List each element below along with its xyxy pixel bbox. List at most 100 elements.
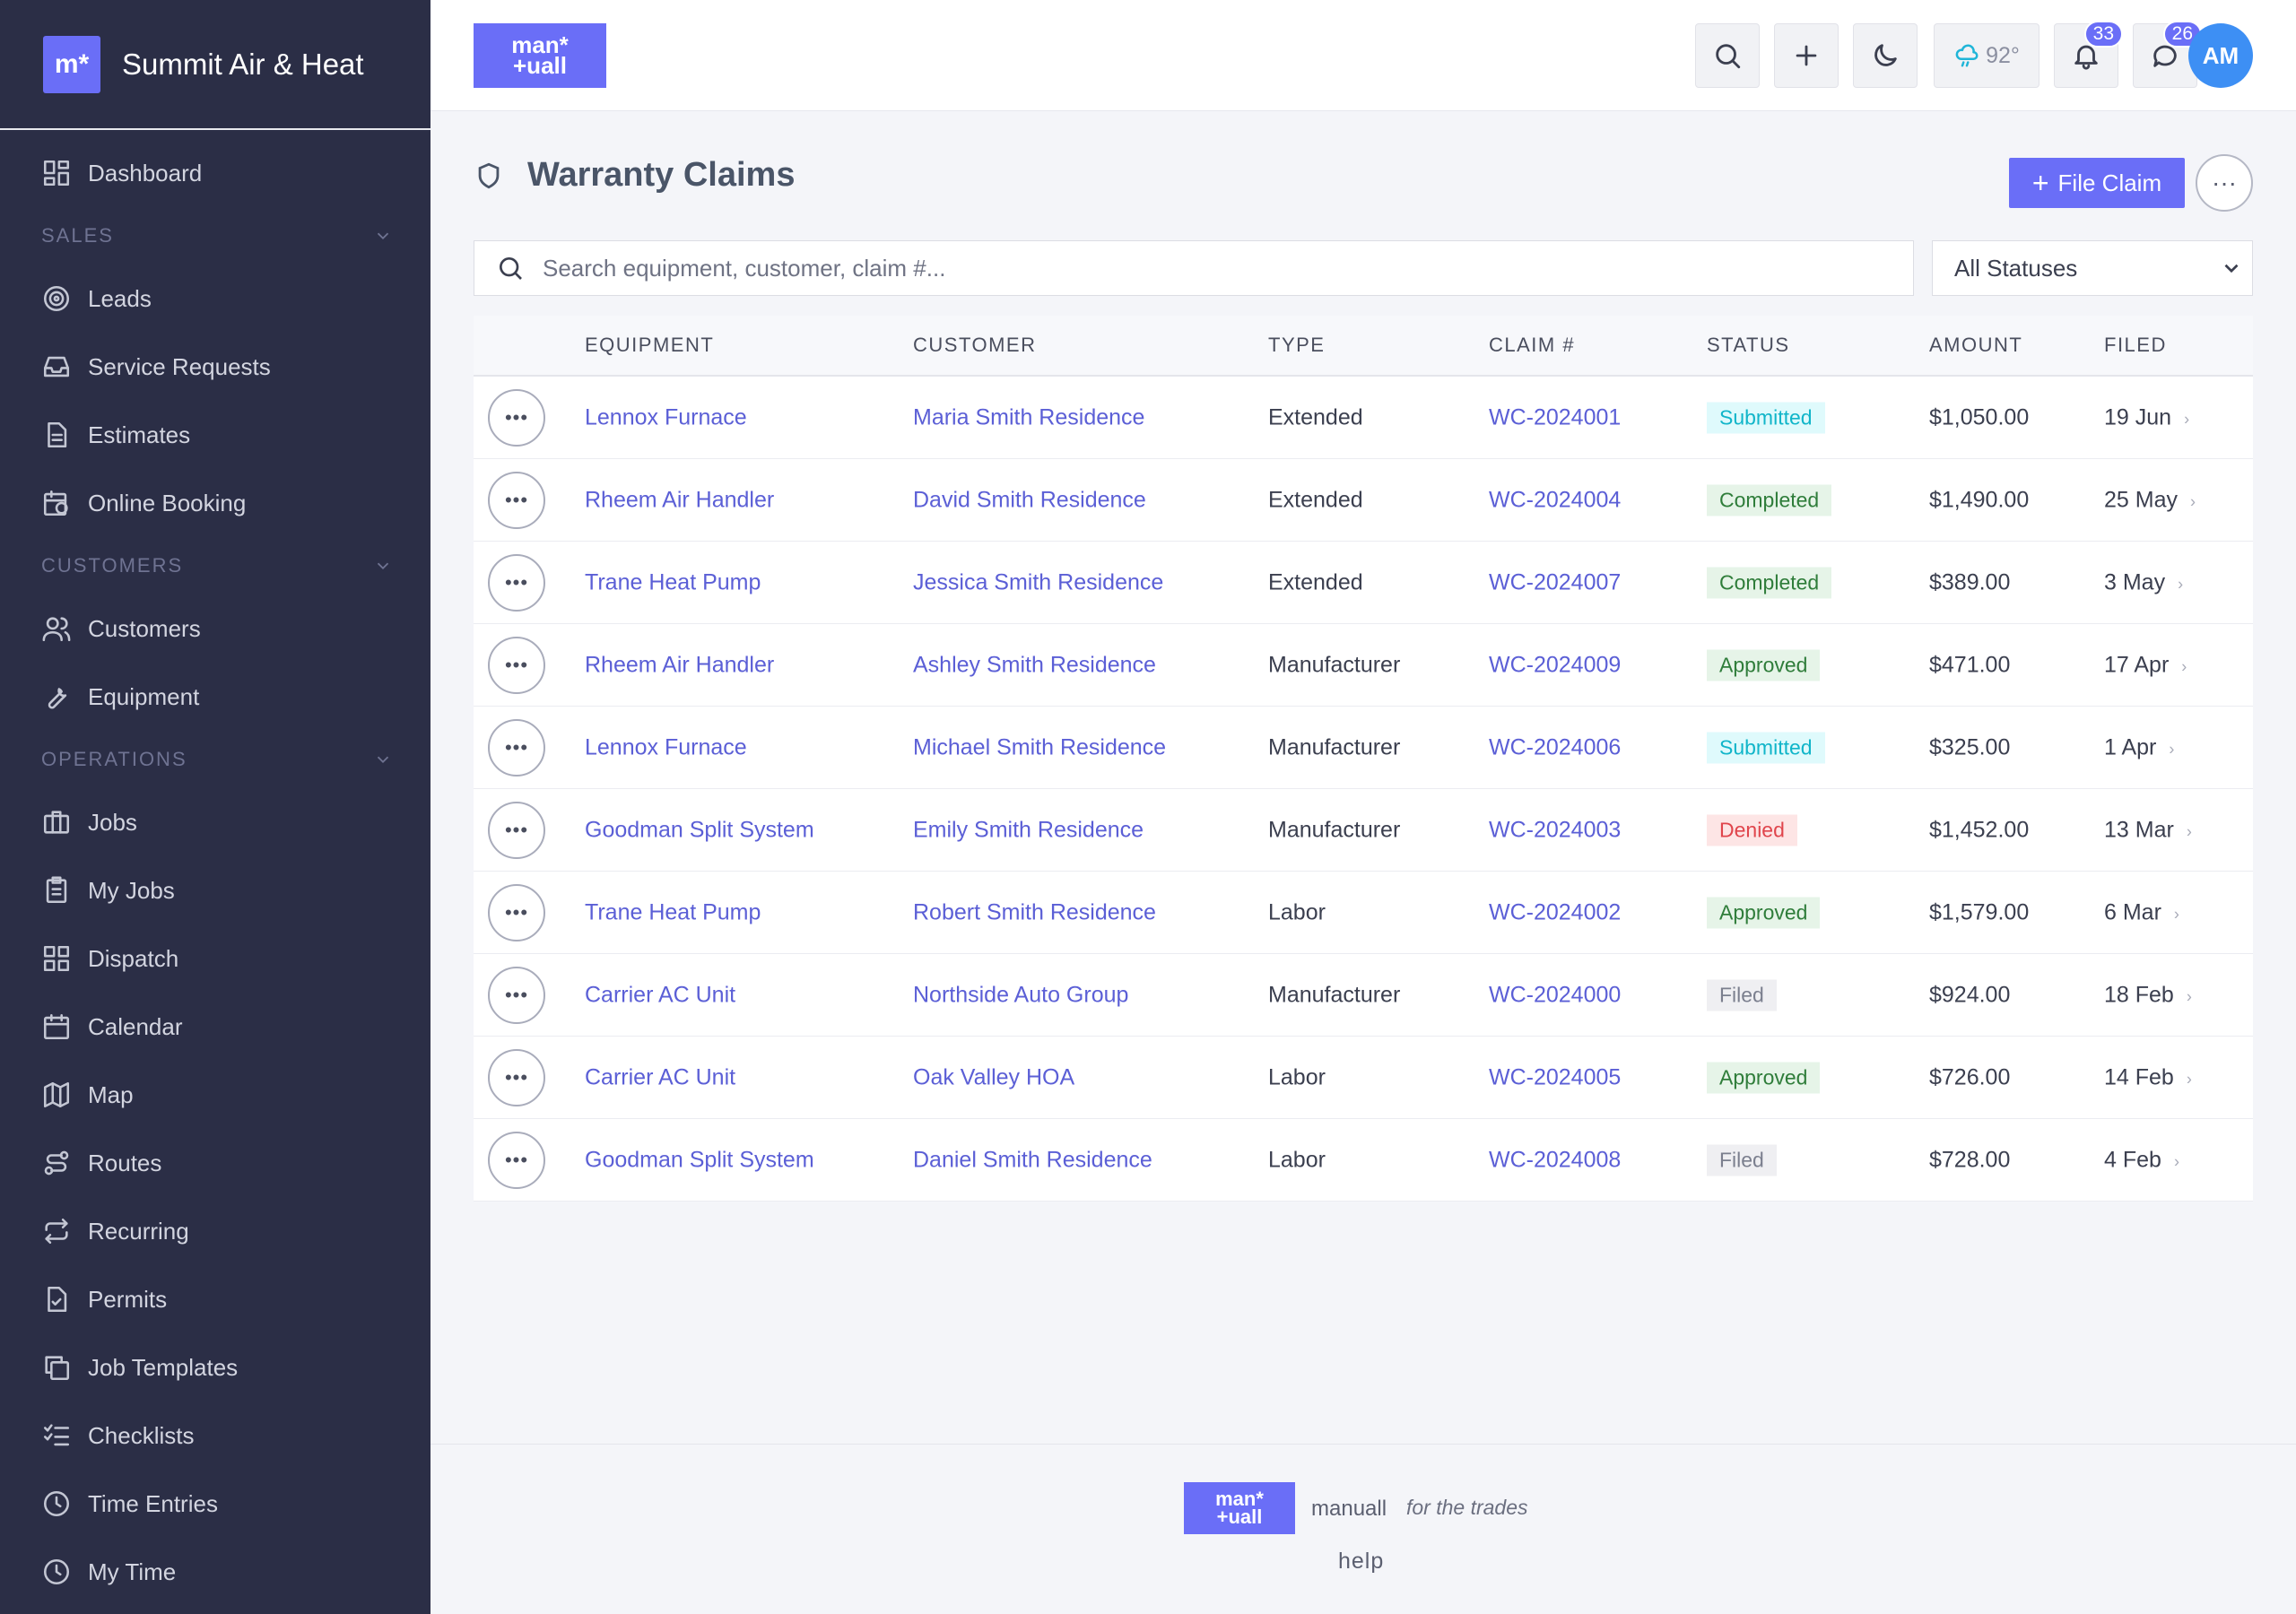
equipment-link[interactable]: Rheem Air Handler xyxy=(585,652,774,678)
customer-link[interactable]: Northside Auto Group xyxy=(913,982,1128,1008)
chevron-right-icon[interactable]: › xyxy=(2178,575,2183,593)
customer-link[interactable]: Oak Valley HOA xyxy=(913,1064,1074,1090)
customer-link[interactable]: Robert Smith Residence xyxy=(913,899,1156,925)
row-actions-button[interactable]: ••• xyxy=(488,802,545,859)
row-actions-button[interactable]: ••• xyxy=(488,1132,545,1189)
sidebar-item-routes[interactable]: Routes xyxy=(0,1129,430,1197)
sidebar-item-dashboard[interactable]: Dashboard xyxy=(0,139,430,207)
chevron-right-icon[interactable]: › xyxy=(2174,1152,2179,1170)
equipment-link[interactable]: Carrier AC Unit xyxy=(585,982,735,1008)
claim-number-link[interactable]: WC-2024006 xyxy=(1489,734,1621,760)
customer-link[interactable]: Maria Smith Residence xyxy=(913,404,1144,430)
sidebar-item-time-entries[interactable]: Time Entries xyxy=(0,1470,430,1538)
dark-mode-toggle[interactable] xyxy=(1853,23,1918,88)
sidebar-item-my-jobs[interactable]: My Jobs xyxy=(0,856,430,924)
claim-number-link[interactable]: WC-2024001 xyxy=(1489,404,1621,430)
sidebar-section-customers[interactable]: CUSTOMERS xyxy=(0,537,430,594)
header-equipment[interactable]: EQUIPMENT xyxy=(585,334,714,357)
sidebar-item-service-requests[interactable]: Service Requests xyxy=(0,333,430,401)
claim-number-link[interactable]: WC-2024005 xyxy=(1489,1064,1621,1090)
claim-number-link[interactable]: WC-2024007 xyxy=(1489,569,1621,595)
sidebar-item-job-templates[interactable]: Job Templates xyxy=(0,1333,430,1401)
sidebar-item-recurring[interactable]: Recurring xyxy=(0,1197,430,1265)
claim-number-link[interactable]: WC-2024009 xyxy=(1489,652,1621,678)
sidebar-item-permits[interactable]: Permits xyxy=(0,1265,430,1333)
sidebar-item-my-time[interactable]: My Time xyxy=(0,1538,430,1606)
customer-link[interactable]: Daniel Smith Residence xyxy=(913,1147,1152,1173)
claim-number-link[interactable]: WC-2024000 xyxy=(1489,982,1621,1008)
equipment-link[interactable]: Lennox Furnace xyxy=(585,734,747,760)
user-avatar[interactable]: AM xyxy=(2188,23,2253,88)
notifications-button[interactable]: 33 xyxy=(2054,21,2123,88)
chevron-right-icon[interactable]: › xyxy=(2174,905,2179,923)
sidebar-item-leads[interactable]: Leads xyxy=(0,265,430,333)
customer-link[interactable]: Ashley Smith Residence xyxy=(913,652,1156,678)
row-actions-button[interactable]: ••• xyxy=(488,1049,545,1106)
sidebar-item-equipment[interactable]: Equipment xyxy=(0,663,430,731)
sidebar-item-dispatch[interactable]: Dispatch xyxy=(0,924,430,993)
header-type[interactable]: TYPE xyxy=(1268,334,1325,357)
status-filter-select[interactable]: All Statuses xyxy=(1932,240,2253,296)
customer-link[interactable]: Jessica Smith Residence xyxy=(913,569,1163,595)
sidebar-item-map[interactable]: Map xyxy=(0,1061,430,1129)
row-actions-button[interactable]: ••• xyxy=(488,884,545,941)
search-input[interactable]: Search equipment, customer, claim #... xyxy=(474,240,1914,296)
brand-header[interactable]: m* Summit Air & Heat xyxy=(0,0,430,130)
table-row[interactable]: ••• Rheem Air Handler Ashley Smith Resid… xyxy=(474,624,2253,707)
table-row[interactable]: ••• Rheem Air Handler David Smith Reside… xyxy=(474,459,2253,542)
more-options-button[interactable]: ··· xyxy=(2196,154,2253,212)
row-actions-button[interactable]: ••• xyxy=(488,637,545,694)
header-customer[interactable]: CUSTOMER xyxy=(913,334,1037,357)
sidebar-section-sales[interactable]: SALES xyxy=(0,207,430,265)
row-actions-button[interactable]: ••• xyxy=(488,719,545,777)
sidebar-item-jobs[interactable]: Jobs xyxy=(0,788,430,856)
equipment-link[interactable]: Trane Heat Pump xyxy=(585,899,761,925)
table-row[interactable]: ••• Carrier AC Unit Northside Auto Group… xyxy=(474,954,2253,1037)
chevron-right-icon[interactable]: › xyxy=(2187,1070,2192,1088)
chevron-right-icon[interactable]: › xyxy=(2169,740,2174,758)
header-filed[interactable]: FILED xyxy=(2104,334,2167,357)
file-claim-button[interactable]: + File Claim xyxy=(2009,158,2185,208)
equipment-link[interactable]: Trane Heat Pump xyxy=(585,569,761,595)
help-link[interactable]: help xyxy=(1338,1549,1384,1575)
customer-link[interactable]: Michael Smith Residence xyxy=(913,734,1166,760)
weather-widget[interactable]: 92° xyxy=(1934,23,2039,88)
claim-number-link[interactable]: WC-2024002 xyxy=(1489,899,1621,925)
claim-number-link[interactable]: WC-2024004 xyxy=(1489,487,1621,513)
table-row[interactable]: ••• Goodman Split System Emily Smith Res… xyxy=(474,789,2253,872)
equipment-link[interactable]: Goodman Split System xyxy=(585,817,814,843)
table-row[interactable]: ••• Goodman Split System Daniel Smith Re… xyxy=(474,1119,2253,1202)
equipment-link[interactable]: Lennox Furnace xyxy=(585,404,747,430)
chevron-right-icon[interactable]: › xyxy=(2187,987,2192,1005)
header-status[interactable]: STATUS xyxy=(1707,334,1790,357)
sidebar-item-customers[interactable]: Customers xyxy=(0,594,430,663)
claim-number-link[interactable]: WC-2024008 xyxy=(1489,1147,1621,1173)
table-row[interactable]: ••• Lennox Furnace Maria Smith Residence… xyxy=(474,377,2253,459)
footer-logo[interactable]: man* +uall xyxy=(1184,1482,1295,1534)
app-logo[interactable]: man* +uall xyxy=(474,23,606,88)
equipment-link[interactable]: Rheem Air Handler xyxy=(585,487,774,513)
row-actions-button[interactable]: ••• xyxy=(488,389,545,447)
customer-link[interactable]: Emily Smith Residence xyxy=(913,817,1144,843)
sidebar-item-checklists[interactable]: Checklists xyxy=(0,1401,430,1470)
table-row[interactable]: ••• Carrier AC Unit Oak Valley HOA Labor… xyxy=(474,1037,2253,1119)
search-button[interactable] xyxy=(1695,23,1760,88)
customer-link[interactable]: David Smith Residence xyxy=(913,487,1146,513)
sidebar-item-calendar[interactable]: Calendar xyxy=(0,993,430,1061)
sidebar-section-operations[interactable]: OPERATIONS xyxy=(0,731,430,788)
header-amount[interactable]: AMOUNT xyxy=(1929,334,2022,357)
claim-number-link[interactable]: WC-2024003 xyxy=(1489,817,1621,843)
table-row[interactable]: ••• Trane Heat Pump Jessica Smith Reside… xyxy=(474,542,2253,624)
chevron-right-icon[interactable]: › xyxy=(2181,657,2187,675)
chevron-right-icon[interactable]: › xyxy=(2184,410,2189,428)
table-row[interactable]: ••• Lennox Furnace Michael Smith Residen… xyxy=(474,707,2253,789)
add-button[interactable] xyxy=(1774,23,1839,88)
chevron-right-icon[interactable]: › xyxy=(2190,492,2196,510)
sidebar-item-online-booking[interactable]: Online Booking xyxy=(0,469,430,537)
row-actions-button[interactable]: ••• xyxy=(488,967,545,1024)
sidebar-item-estimates[interactable]: Estimates xyxy=(0,401,430,469)
table-row[interactable]: ••• Trane Heat Pump Robert Smith Residen… xyxy=(474,872,2253,954)
row-actions-button[interactable]: ••• xyxy=(488,472,545,529)
row-actions-button[interactable]: ••• xyxy=(488,554,545,612)
chevron-right-icon[interactable]: › xyxy=(2187,822,2192,840)
